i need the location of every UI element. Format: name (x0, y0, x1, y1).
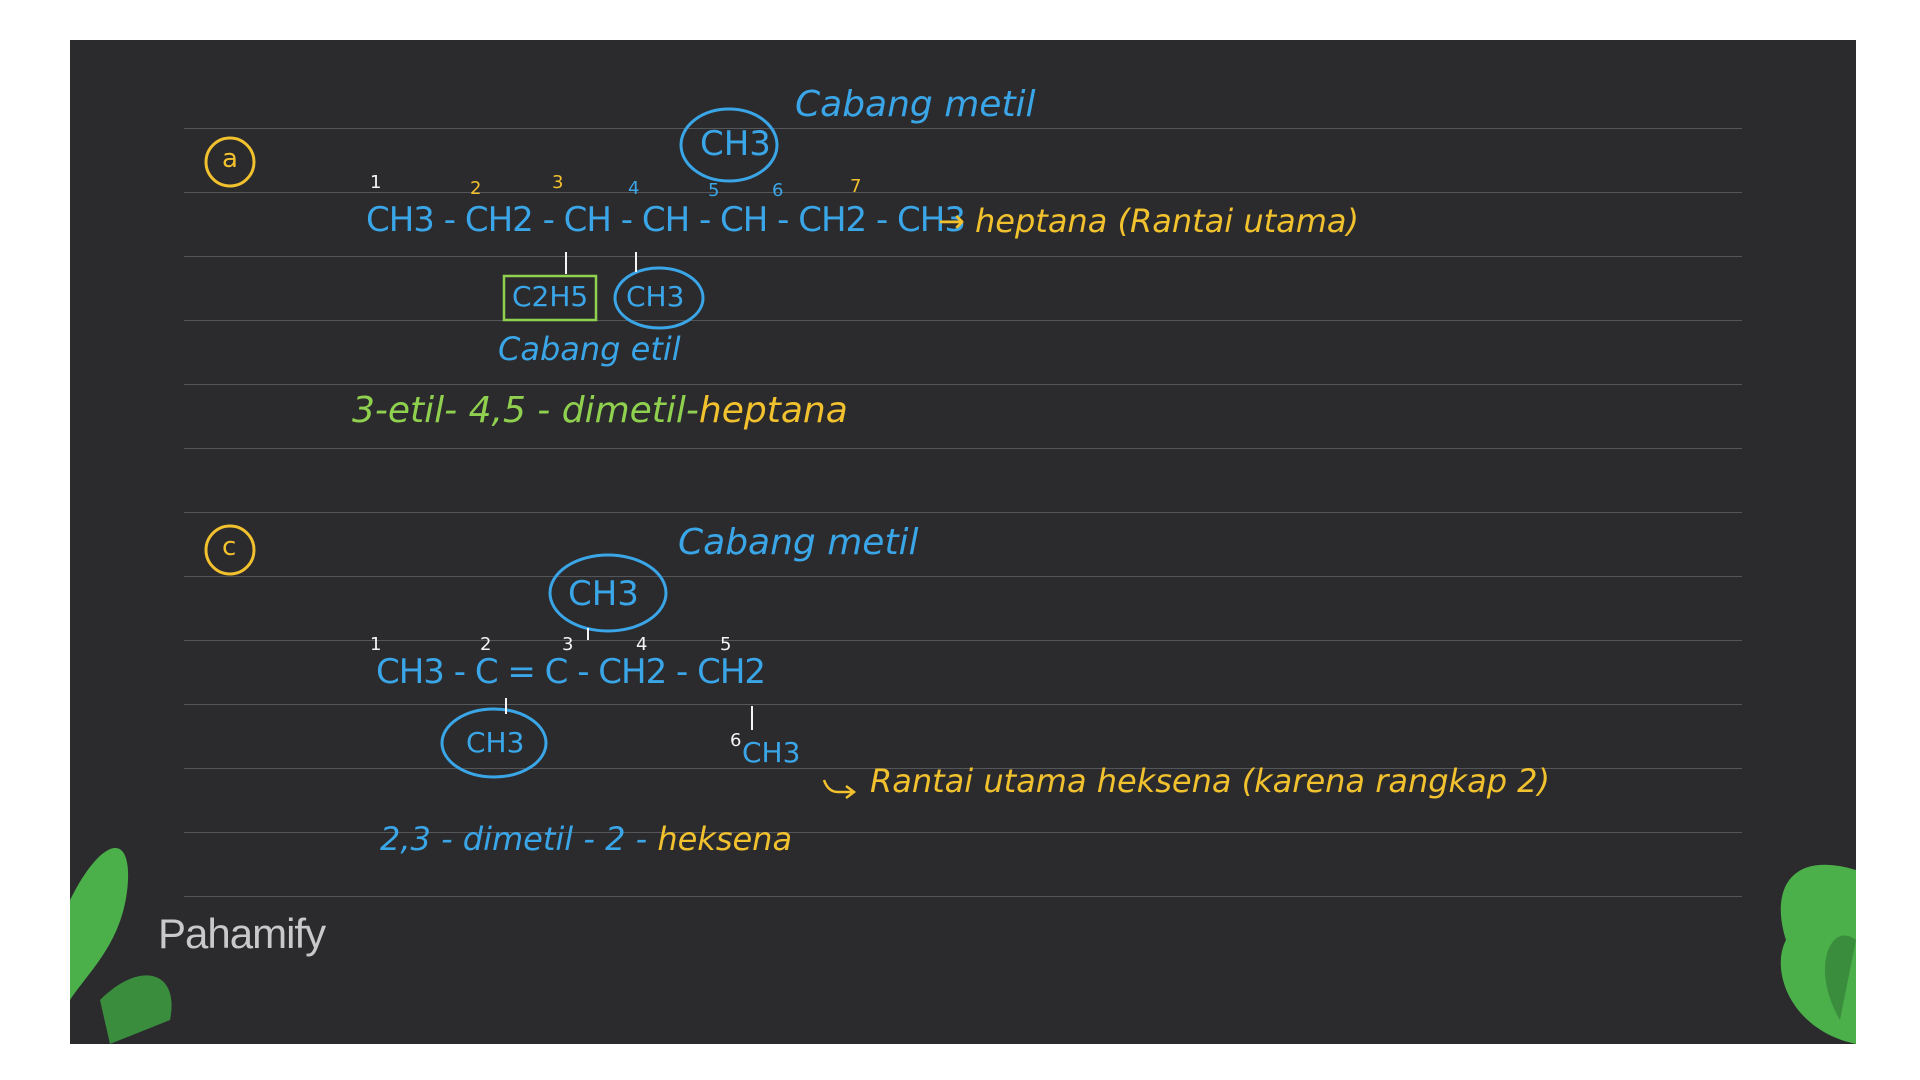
main-chain-a: CH3 - CH2 - CH - CH - CH - CH2 - CH3 (366, 200, 966, 240)
label-cabang-etil: Cabang etil (498, 330, 681, 368)
carbon-number: 5 (708, 180, 720, 201)
branch-top-ch3-c: CH3 (568, 574, 639, 614)
carbon-number: 6 (772, 180, 784, 201)
section-a-marker: a (222, 144, 238, 174)
compound-name-c: 2,3 - dimetil - 2 - heksena (380, 820, 792, 858)
branch-bottom-ch3: CH3 (466, 726, 525, 759)
branch-methyl-a: CH3 (626, 280, 685, 313)
label-cabang-metil-c: Cabang metil (678, 522, 919, 563)
carbon-number: 6 (730, 730, 742, 751)
label-cabang-metil-a: Cabang metil (795, 84, 1036, 125)
end-group-ch3: CH3 (742, 736, 801, 769)
carbon-number: 4 (628, 178, 640, 199)
main-chain-note-a: → heptana (Rantai utama) (938, 202, 1360, 240)
notes-board: a Cabang metil CH3 1 2 3 4 5 6 7 CH3 - C… (70, 40, 1856, 1044)
carbon-number: 1 (370, 172, 382, 193)
annotation-marks (70, 107, 1856, 1044)
carbon-number: 3 (552, 172, 564, 193)
branch-top-ch3: CH3 (700, 124, 771, 164)
carbon-number: 7 (850, 176, 862, 197)
main-chain-note-c: Rantai utama heksena (karena rangkap 2) (870, 762, 1551, 800)
compound-name-a: 3-etil- 4,5 - dimetil-heptana (352, 390, 848, 431)
compound-name-c-prefix: 2,3 - dimetil - 2 - (380, 820, 648, 858)
pahamify-logo: Pahamify (158, 910, 326, 957)
compound-name-a-prefix: 3-etil- 4,5 - dimetil- (352, 390, 699, 431)
carbon-number: 2 (470, 178, 482, 199)
section-c-marker: c (222, 532, 237, 562)
compound-name-c-suffix: heksena (657, 820, 793, 858)
main-chain-c: CH3 - C = C - CH2 - CH2 (376, 652, 766, 692)
branch-ethyl: C2H5 (512, 280, 589, 313)
compound-name-a-suffix: heptana (698, 390, 848, 431)
